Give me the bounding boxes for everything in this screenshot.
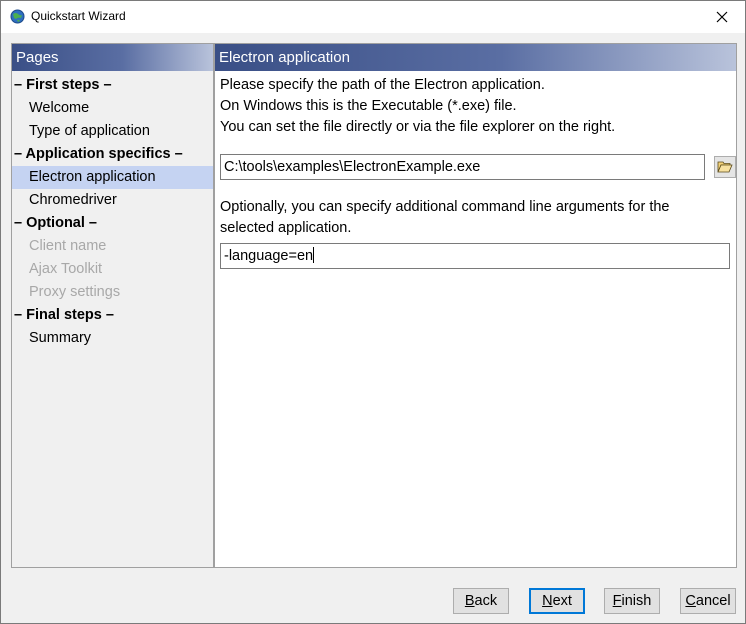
window-title: Quickstart Wizard bbox=[31, 9, 126, 23]
pages-header: Pages bbox=[12, 44, 213, 71]
page-item-ajax-toolkit: Ajax Toolkit bbox=[29, 261, 103, 277]
finish-label: inish bbox=[621, 593, 652, 609]
finish-button[interactable]: Finish bbox=[604, 588, 660, 614]
quickstart-wizard-window: Quickstart Wizard Pages – First steps – W… bbox=[0, 0, 746, 624]
back-label: ack bbox=[474, 593, 498, 609]
page-item-proxy-settings: Proxy settings bbox=[29, 284, 121, 300]
intro-line: On Windows this is the Executable (*.exe… bbox=[220, 98, 517, 114]
application-path-input[interactable]: C:\tools\examples\ElectronExample.exe bbox=[220, 154, 705, 180]
cancel-label: ancel bbox=[695, 593, 731, 609]
section-header-application-specifics: – Application specifics – bbox=[14, 146, 183, 162]
page-item-type-of-application[interactable]: Type of application bbox=[12, 120, 213, 143]
page-item-chromedriver[interactable]: Chromedriver bbox=[12, 189, 213, 212]
intro-line: Please specify the path of the Electron … bbox=[220, 77, 545, 93]
folder-open-icon bbox=[717, 161, 733, 173]
arguments-line: Optionally, you can specify additional c… bbox=[220, 199, 670, 215]
intro-text: Please specify the path of the Electron … bbox=[220, 75, 731, 138]
title-bar: Quickstart Wizard bbox=[1, 1, 745, 33]
command-line-arguments-input[interactable]: -language=en bbox=[220, 243, 730, 269]
arguments-line: selected application. bbox=[220, 220, 352, 236]
pages-panel: Pages – First steps – Welcome Type of appl… bbox=[11, 43, 214, 568]
close-icon bbox=[716, 11, 728, 23]
content-header: Electron application bbox=[215, 44, 736, 71]
section-header-final-steps: – Final steps – bbox=[14, 307, 114, 323]
cancel-mnemonic: C bbox=[685, 593, 696, 609]
next-button[interactable]: Next bbox=[529, 588, 585, 614]
cancel-button[interactable]: Cancel bbox=[680, 588, 736, 614]
section-header-optional: – Optional – bbox=[14, 215, 97, 231]
pages-list: – First steps – Welcome Type of applicatio… bbox=[12, 71, 213, 350]
close-button[interactable] bbox=[699, 1, 745, 33]
next-label: ext bbox=[552, 593, 572, 609]
content-panel: Electron application Please specify the … bbox=[214, 43, 737, 568]
arguments-description: Optionally, you can specify additional c… bbox=[220, 197, 731, 239]
intro-line: You can set the file directly or via the… bbox=[220, 119, 616, 135]
page-item-summary[interactable]: Summary bbox=[12, 327, 213, 350]
page-item-electron-application[interactable]: Electron application bbox=[12, 166, 213, 189]
finish-mnemonic: F bbox=[612, 593, 622, 609]
back-mnemonic: B bbox=[464, 593, 475, 609]
page-item-welcome[interactable]: Welcome bbox=[12, 97, 213, 120]
page-item-client-name: Client name bbox=[29, 238, 107, 254]
globe-icon bbox=[10, 9, 25, 24]
browse-button[interactable] bbox=[714, 156, 736, 178]
next-mnemonic: N bbox=[542, 593, 553, 609]
back-button[interactable]: Back bbox=[453, 588, 509, 614]
section-header-first-steps: – First steps – bbox=[14, 77, 112, 93]
arguments-value: -language=en bbox=[224, 248, 314, 264]
text-caret bbox=[313, 247, 315, 263]
